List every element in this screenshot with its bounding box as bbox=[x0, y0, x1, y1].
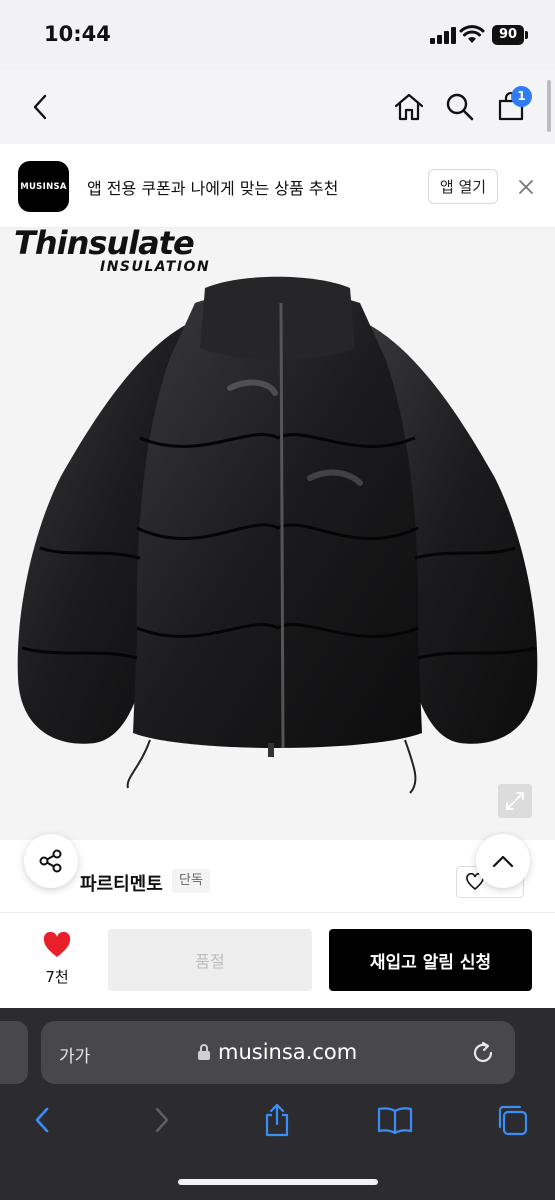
like-count: 7천 bbox=[45, 968, 69, 986]
product-like-button[interactable]: 7천 bbox=[28, 930, 86, 990]
chevron-left-icon bbox=[35, 1107, 49, 1133]
puffer-jacket-photo bbox=[17, 276, 538, 794]
chevron-left-icon bbox=[33, 94, 47, 120]
home-button[interactable] bbox=[387, 85, 431, 129]
chevron-right-icon bbox=[155, 1107, 169, 1133]
open-app-button[interactable]: 앱 열기 bbox=[428, 169, 498, 204]
brand-name[interactable]: 파르티멘토 bbox=[80, 870, 163, 896]
expand-image-button[interactable] bbox=[498, 784, 532, 818]
home-icon bbox=[394, 93, 424, 121]
status-bar: 10:44 90 bbox=[0, 0, 555, 70]
tabs-button[interactable] bbox=[490, 1098, 534, 1142]
previous-tab-peek[interactable] bbox=[0, 1021, 28, 1084]
wifi-icon bbox=[459, 25, 485, 43]
url-text[interactable]: musinsa.com bbox=[218, 1040, 357, 1064]
banner-message: 앱 전용 쿠폰과 나에게 맞는 상품 추천 bbox=[87, 179, 339, 198]
musinsa-app-logo: MUSINSA bbox=[18, 161, 69, 212]
product-image[interactable]: Thinsulate INSULATION bbox=[0, 228, 555, 840]
reload-icon[interactable] bbox=[470, 1040, 496, 1066]
cart-count-badge: 1 bbox=[511, 86, 532, 107]
cellular-signal-icon bbox=[430, 27, 456, 44]
search-button[interactable] bbox=[438, 85, 482, 129]
expand-icon bbox=[506, 792, 524, 810]
home-indicator bbox=[178, 1179, 378, 1185]
scroll-to-top-button[interactable] bbox=[476, 834, 530, 888]
browser-share-button[interactable] bbox=[255, 1098, 299, 1142]
heart-filled-icon bbox=[43, 932, 71, 957]
restock-alert-button[interactable]: 재입고 알림 신청 bbox=[329, 929, 532, 991]
share-icon bbox=[39, 849, 62, 873]
search-icon bbox=[446, 93, 474, 121]
top-nav-bar bbox=[0, 70, 555, 144]
browser-back-button[interactable] bbox=[20, 1098, 64, 1142]
sold-out-button: 품절 bbox=[108, 929, 312, 991]
app-install-banner: MUSINSA 앱 전용 쿠폰과 나에게 맞는 상품 추천 앱 열기 bbox=[0, 144, 555, 228]
bookmarks-button[interactable] bbox=[373, 1098, 417, 1142]
exclusive-badge: 단독 bbox=[172, 869, 210, 893]
text-size-button[interactable]: 가가 bbox=[59, 1042, 90, 1067]
tabs-icon bbox=[498, 1105, 528, 1136]
scroll-indicator bbox=[547, 80, 551, 132]
battery-icon: 90 bbox=[492, 25, 524, 45]
book-icon bbox=[377, 1107, 413, 1134]
chevron-up-icon bbox=[492, 855, 514, 868]
share-upload-icon bbox=[265, 1103, 289, 1137]
battery-cap bbox=[525, 31, 528, 39]
close-icon[interactable] bbox=[515, 176, 537, 198]
status-time: 10:44 bbox=[44, 22, 111, 46]
share-button[interactable] bbox=[24, 834, 78, 888]
lock-icon bbox=[198, 1044, 210, 1060]
browser-forward-button[interactable] bbox=[140, 1098, 184, 1142]
back-button[interactable] bbox=[18, 85, 62, 129]
